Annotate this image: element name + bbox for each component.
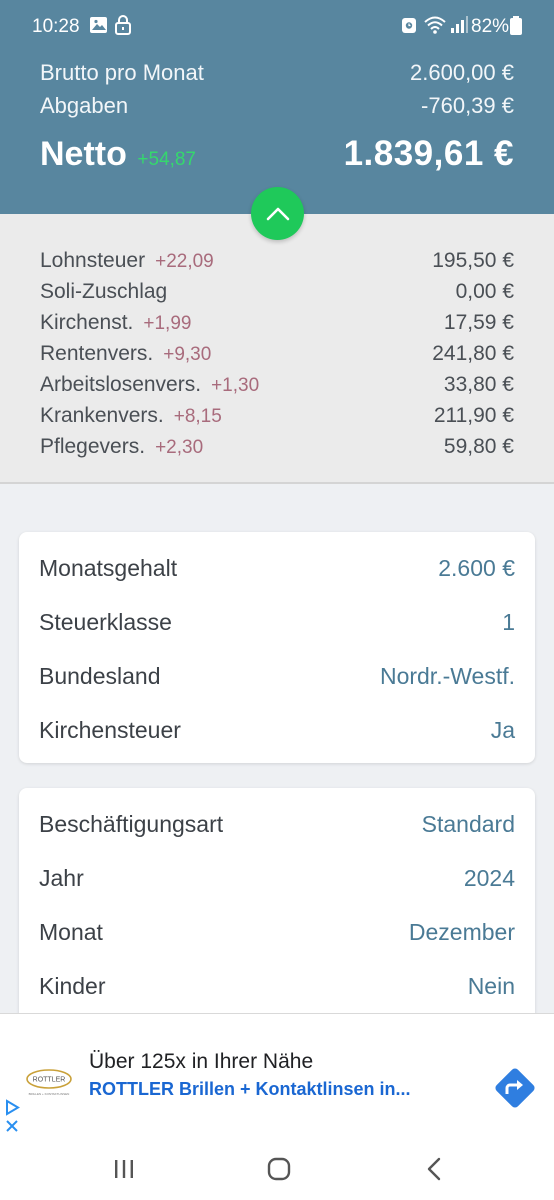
- deduction-row: Krankenvers. +8,15 211,90 €: [40, 401, 514, 431]
- ad-logo-subtext: BRILLEN + KONTAKTLINSEN: [29, 1092, 70, 1096]
- deduction-value: 241,80 €: [432, 342, 514, 365]
- setting-value[interactable]: Nein: [468, 973, 515, 1000]
- netto-label: Netto: [40, 135, 127, 173]
- deduction-label: Krankenvers.: [40, 404, 164, 427]
- setting-label: Steuerklasse: [39, 608, 172, 635]
- setting-value[interactable]: Ja: [491, 717, 515, 744]
- setting-row-monat[interactable]: Monat Dezember: [39, 912, 515, 952]
- deduction-row: Rentenvers. +9,30 241,80 €: [40, 339, 514, 369]
- deduction-diff: +2,30: [155, 437, 204, 458]
- employment-card: Beschäftigungsart Standard Jahr 2024 Mon…: [19, 788, 535, 1028]
- ad-choices-icon[interactable]: [4, 1098, 22, 1134]
- setting-row-steuerklasse[interactable]: Steuerklasse 1: [39, 602, 515, 642]
- deduction-diff: +9,30: [163, 344, 212, 365]
- deduction-row: Soli-Zuschlag 0,00 €: [40, 277, 514, 307]
- brutto-row: Brutto pro Monat 2.600,00 €: [40, 60, 514, 86]
- lock-icon: [115, 15, 131, 35]
- setting-value[interactable]: Standard: [422, 811, 515, 838]
- status-bar: 10:28 82%: [0, 0, 554, 52]
- netto-diff: +54,87: [137, 149, 196, 170]
- recent-apps-icon[interactable]: [109, 1154, 139, 1184]
- setting-value[interactable]: 2.600 €: [438, 555, 515, 582]
- deduction-diff: +22,09: [155, 251, 214, 272]
- brutto-value: 2.600,00 €: [410, 60, 514, 85]
- setting-label: Kirchensteuer: [39, 716, 181, 743]
- setting-value[interactable]: 2024: [464, 865, 515, 892]
- setting-label: Kinder: [39, 972, 106, 999]
- system-nav-bar: [0, 1136, 554, 1200]
- netto-value: 1.839,61 €: [343, 134, 514, 173]
- summary-header: 10:28 82% Brutto pro Monat 2.600,00 € Ab…: [0, 0, 554, 214]
- setting-row-beschaeftigungsart[interactable]: Beschäftigungsart Standard: [39, 804, 515, 844]
- setting-label: Bundesland: [39, 662, 161, 689]
- deduction-label: Soli-Zuschlag: [40, 280, 168, 303]
- setting-row-jahr[interactable]: Jahr 2024: [39, 858, 515, 898]
- setting-value[interactable]: Nordr.-Westf.: [380, 663, 515, 690]
- home-icon[interactable]: [264, 1154, 294, 1184]
- deduction-diff: +8,15: [173, 406, 222, 427]
- setting-row-monatsgehalt[interactable]: Monatsgehalt 2.600 €: [39, 548, 515, 588]
- deduction-value: 33,80 €: [443, 373, 514, 396]
- deduction-label: Lohnsteuer: [40, 249, 146, 272]
- deduction-row: Kirchenst. +1,99 17,59 €: [40, 308, 514, 338]
- wifi-icon: [424, 16, 446, 34]
- setting-label: Monat: [39, 918, 103, 945]
- deduction-diff: +1,99: [143, 313, 192, 334]
- signal-icon: [451, 16, 468, 33]
- brutto-label: Brutto pro Monat: [40, 60, 204, 85]
- battery-percent: 82%: [471, 16, 510, 37]
- deduction-value: 17,59 €: [443, 311, 514, 334]
- deduction-label: Pflegevers.: [40, 435, 146, 458]
- ad-logo: ROTTLER BRILLEN + KONTAKTLINSEN: [26, 1069, 72, 1096]
- image-icon: [90, 17, 107, 33]
- deduction-value: 195,50 €: [432, 249, 514, 272]
- deduction-label: Rentenvers.: [40, 342, 154, 365]
- collapse-button[interactable]: [251, 187, 304, 240]
- battery-icon: [510, 16, 522, 35]
- ad-subtitle[interactable]: ROTTLER Brillen + Kontaktlinsen in...: [89, 1079, 411, 1100]
- abgaben-row: Abgaben -760,39 €: [40, 93, 514, 119]
- abgaben-label: Abgaben: [40, 93, 129, 118]
- setting-row-bundesland[interactable]: Bundesland Nordr.-Westf.: [39, 656, 515, 696]
- deduction-diff: +1,30: [211, 375, 260, 396]
- setting-label: Beschäftigungsart: [39, 810, 224, 837]
- deduction-label: Arbeitslosenvers.: [40, 373, 202, 396]
- chevron-up-icon: [266, 207, 289, 220]
- deduction-value: 59,80 €: [443, 435, 514, 458]
- status-time: 10:28: [32, 16, 80, 37]
- deduction-label: Kirchenst.: [40, 311, 134, 334]
- setting-value[interactable]: 1: [502, 609, 515, 636]
- back-icon[interactable]: [420, 1154, 450, 1184]
- deduction-row: Pflegevers. +2,30 59,80 €: [40, 432, 514, 462]
- alarm-icon: [402, 18, 416, 33]
- deduction-row: Arbeitslosenvers. +1,30 33,80 €: [40, 370, 514, 400]
- ad-banner[interactable]: ROTTLER BRILLEN + KONTAKTLINSEN Über 125…: [0, 1013, 554, 1136]
- deduction-value: 0,00 €: [455, 280, 514, 303]
- ad-logo-text: ROTTLER: [33, 1077, 66, 1084]
- setting-value[interactable]: Dezember: [409, 919, 515, 946]
- ad-title[interactable]: Über 125x in Ihrer Nähe: [89, 1050, 313, 1074]
- setting-label: Jahr: [39, 864, 84, 891]
- setting-row-kirchensteuer[interactable]: Kirchensteuer Ja: [39, 710, 515, 750]
- setting-label: Monatsgehalt: [39, 554, 178, 581]
- abgaben-value: -760,39 €: [421, 93, 514, 118]
- deductions-panel: Lohnsteuer +22,09 195,50 € Soli-Zuschlag …: [0, 214, 554, 484]
- salary-card: Monatsgehalt 2.600 € Steuerklasse 1 Bund…: [19, 532, 535, 763]
- deduction-value: 211,90 €: [433, 404, 514, 427]
- netto-row: Netto +54,87 1.839,61 €: [40, 134, 514, 174]
- deduction-row: Lohnsteuer +22,09 195,50 €: [40, 246, 514, 276]
- setting-row-kinder[interactable]: Kinder Nein: [39, 966, 515, 1006]
- directions-icon[interactable]: [491, 1064, 539, 1112]
